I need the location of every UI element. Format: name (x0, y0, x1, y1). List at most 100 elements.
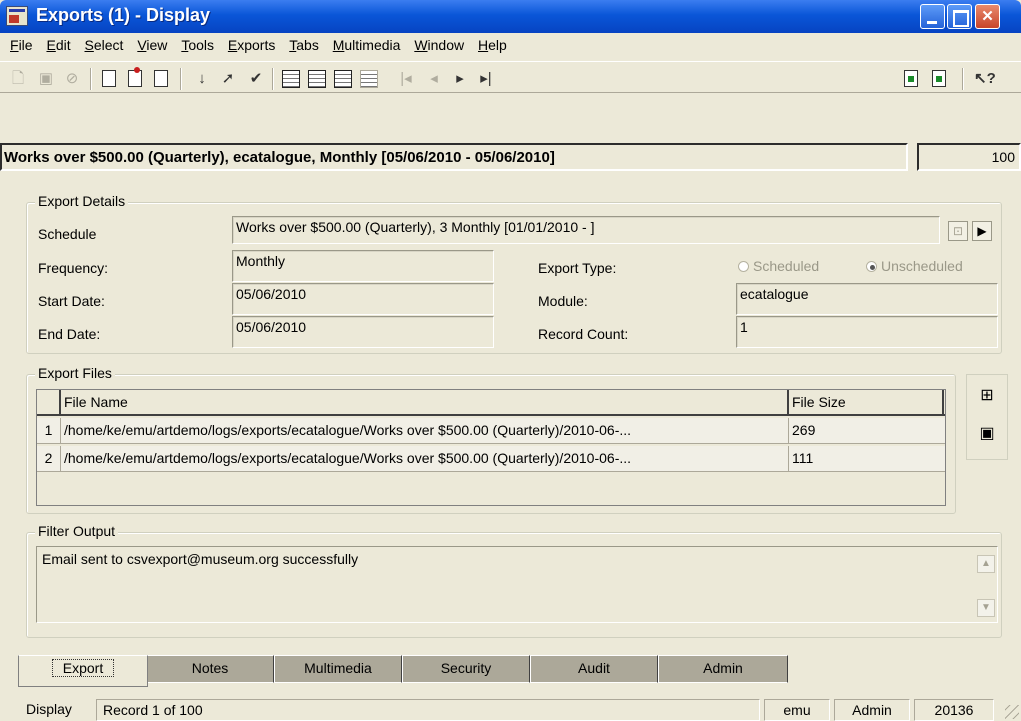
export-files-table: File Name File Size 1 /home/ke/emu/artde… (36, 389, 946, 506)
scroll-up-icon[interactable]: ▲ (977, 555, 995, 573)
scheduled-radio[interactable]: Scheduled (738, 258, 819, 274)
tab-strip: Notes Multimedia Security Audit Admin Ex… (18, 655, 1021, 687)
export-files-title: Export Files (35, 365, 115, 381)
spell-check-icon[interactable]: ✔ (246, 69, 266, 89)
new-record-icon[interactable]: 🗋 (8, 69, 28, 89)
row-number-header (37, 390, 61, 416)
contact-sheet-icon[interactable] (360, 70, 378, 88)
record-title: Works over $500.00 (Quarterly), ecatalog… (0, 143, 908, 171)
schedule-label: Schedule (38, 226, 97, 242)
row-number: 2 (37, 446, 61, 472)
status-id: 20136 (914, 699, 994, 721)
scheduled-radio-label: Scheduled (753, 258, 820, 274)
exports-window: Exports (1) - Display ✕ File Edit Select… (0, 0, 1021, 721)
start-date-label: Start Date: (38, 293, 105, 309)
menu-window[interactable]: Window (410, 33, 470, 53)
file-size-cell[interactable]: 269 (789, 418, 945, 444)
first-record-icon[interactable]: |◂ (396, 69, 416, 89)
toolbar-separator (272, 68, 274, 90)
app-icon[interactable] (6, 6, 28, 26)
menu-file[interactable]: File (6, 33, 39, 53)
module-label: Module: (538, 293, 588, 309)
tab-audit[interactable]: Audit (530, 655, 658, 683)
export-type-label: Export Type: (538, 260, 617, 276)
menu-select[interactable]: Select (81, 33, 130, 53)
tab-multimedia[interactable]: Multimedia (274, 655, 402, 683)
toolbar: 🗋 ▣ ⊘ ↓ ➚ ✔ |◂ ◂ ▸ ▸| ↖? (0, 61, 1021, 93)
minimize-button[interactable] (920, 4, 945, 29)
row-number: 1 (37, 418, 61, 444)
toolbar-separator (962, 68, 964, 90)
tab-export[interactable]: Export (18, 655, 148, 687)
menu-exports[interactable]: Exports (224, 33, 281, 53)
file-name-header[interactable]: File Name (61, 390, 789, 416)
tab-admin[interactable]: Admin (658, 655, 788, 683)
status-bar: Display Record 1 of 100 emu Admin 20136 (0, 697, 1021, 721)
resize-grip[interactable] (1005, 705, 1019, 719)
detach-icon[interactable] (932, 70, 946, 87)
frequency-field[interactable]: Monthly (232, 250, 494, 282)
attach-icon[interactable] (904, 70, 918, 87)
filter-output-text[interactable]: Email sent to csvexport@museum.org succe… (36, 546, 998, 623)
maximize-button[interactable] (947, 4, 972, 29)
tab-security[interactable]: Security (402, 655, 530, 683)
menu-multimedia[interactable]: Multimedia (329, 33, 407, 53)
record-count-display: 100 (917, 143, 1021, 171)
menu-tabs[interactable]: Tabs (285, 33, 325, 53)
frequency-label: Frequency: (38, 260, 109, 276)
schedule-field[interactable]: Works over $500.00 (Quarterly), 3 Monthl… (232, 216, 940, 244)
table-row[interactable]: 1 /home/ke/emu/artdemo/logs/exports/ecat… (37, 418, 945, 444)
radio-checked-icon (866, 261, 877, 272)
file-size-cell[interactable]: 111 (789, 446, 945, 472)
export-details-title: Export Details (35, 193, 129, 209)
filter-output-message: Email sent to csvexport@museum.org succe… (42, 551, 359, 567)
save-icon[interactable]: ▣ (36, 69, 56, 89)
cancel-icon[interactable]: ⊘ (62, 69, 82, 89)
table-row[interactable]: 2 /home/ke/emu/artdemo/logs/exports/ecat… (37, 446, 945, 472)
record-count-label: Record Count: (538, 326, 629, 342)
list-view-icon[interactable] (308, 70, 326, 88)
unscheduled-radio[interactable]: Unscheduled (866, 258, 963, 274)
details-view-icon[interactable] (282, 70, 300, 88)
status-group: Admin (834, 699, 910, 721)
menu-view[interactable]: View (133, 33, 173, 53)
export-files-actions: ⊞ ▣ (966, 374, 1008, 460)
save-file-icon[interactable]: ▣ (976, 423, 998, 445)
schedule-attach-icon[interactable]: ▶ (972, 221, 992, 241)
module-field[interactable]: ecatalogue (736, 283, 998, 315)
page-view-icon[interactable] (334, 70, 352, 88)
table-header: File Name File Size (37, 390, 945, 416)
scroll-down-icon[interactable]: ▼ (977, 599, 995, 617)
insert-mode-icon[interactable] (154, 70, 168, 87)
end-date-label: End Date: (38, 326, 101, 342)
status-record: Record 1 of 100 (96, 699, 760, 721)
menu-help[interactable]: Help (474, 33, 513, 53)
report-icon[interactable]: ➚ (218, 69, 238, 89)
file-name-cell[interactable]: /home/ke/emu/artdemo/logs/exports/ecatal… (61, 418, 789, 444)
search-mode-icon[interactable] (128, 67, 142, 87)
schedule-clear-icon[interactable]: ⊡ (948, 221, 968, 241)
context-help-icon[interactable]: ↖? (974, 69, 996, 89)
status-user: emu (764, 699, 830, 721)
close-button[interactable]: ✕ (975, 4, 1000, 29)
file-name-cell[interactable]: /home/ke/emu/artdemo/logs/exports/ecatal… (61, 446, 789, 472)
sort-icon[interactable]: ↓ (192, 69, 212, 89)
file-size-header[interactable]: File Size (789, 390, 944, 416)
tab-export-label: Export (51, 659, 115, 677)
tab-notes[interactable]: Notes (146, 655, 274, 683)
properties-icon[interactable]: ⊞ (976, 385, 998, 407)
radio-unchecked-icon (738, 261, 749, 272)
menu-edit[interactable]: Edit (42, 33, 76, 53)
record-count-field[interactable]: 1 (736, 316, 998, 348)
menu-tools[interactable]: Tools (177, 33, 220, 53)
display-mode-icon[interactable] (102, 70, 116, 87)
unscheduled-radio-label: Unscheduled (881, 258, 963, 274)
next-record-icon[interactable]: ▸ (450, 69, 470, 89)
title-bar: Exports (1) - Display ✕ (0, 0, 1021, 33)
start-date-field[interactable]: 05/06/2010 (232, 283, 494, 315)
end-date-field[interactable]: 05/06/2010 (232, 316, 494, 348)
toolbar-separator (180, 68, 182, 90)
last-record-icon[interactable]: ▸| (476, 69, 496, 89)
window-title: Exports (1) - Display (36, 5, 211, 25)
previous-record-icon[interactable]: ◂ (424, 69, 444, 89)
